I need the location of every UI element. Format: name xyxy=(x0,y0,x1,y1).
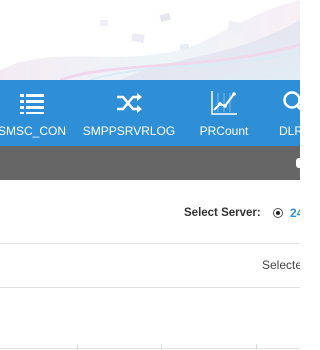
table-column-divider xyxy=(256,344,257,350)
nav-item-smppsrvrlog[interactable]: SMPPSRVRLOG xyxy=(82,80,176,146)
nav-item-label: SMPPSRVRLOG xyxy=(82,124,176,138)
nav-item-smsc-con[interactable]: SMSC_CON xyxy=(0,80,78,146)
sub-header-bar xyxy=(0,146,300,180)
nav-item-label: SMSC_CON xyxy=(0,124,66,138)
line-chart-icon xyxy=(210,90,238,116)
nav-item-label: DLRS xyxy=(278,124,300,138)
divider xyxy=(0,348,300,349)
selection-text: Selecte xyxy=(262,258,300,272)
search-icon xyxy=(281,90,300,116)
server-label: Select Server: xyxy=(184,207,261,219)
nav-item-label: PRCount xyxy=(199,124,249,138)
server-selector: Select Server: 24 xyxy=(0,180,300,244)
menu-toggle-icon[interactable] xyxy=(296,158,300,168)
shuffle-icon xyxy=(115,90,143,116)
nav-item-prcount[interactable]: PRCount xyxy=(184,80,264,146)
results-table-area xyxy=(0,288,300,350)
server-option-value[interactable]: 24 xyxy=(290,206,300,220)
table-column-divider xyxy=(77,344,78,350)
header-banner xyxy=(0,0,300,80)
selection-row: Selecte xyxy=(0,244,300,288)
nav-item-dlrs[interactable]: DLRS xyxy=(270,80,300,146)
server-radio-button[interactable] xyxy=(273,208,283,218)
decorative-banner-graphic xyxy=(0,0,300,80)
list-icon xyxy=(19,90,45,116)
table-column-divider xyxy=(161,344,162,350)
main-nav-bar: SMSC_CON SMPPSRVRLOG PRCount DLR xyxy=(0,80,300,146)
page: SMSC_CON SMPPSRVRLOG PRCount DLR Select … xyxy=(0,0,300,350)
